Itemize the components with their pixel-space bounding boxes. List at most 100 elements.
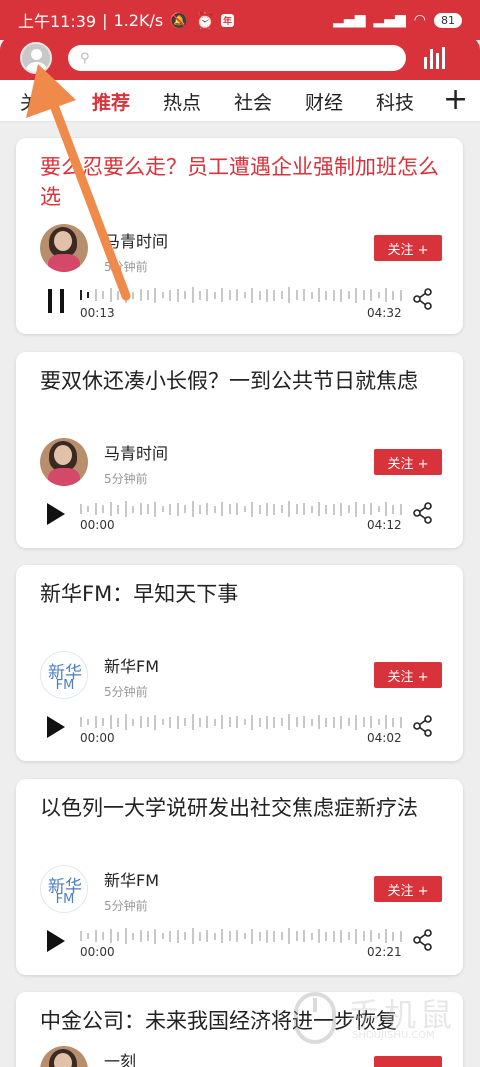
total-duration: 04:12	[367, 518, 402, 532]
card-title[interactable]: 要么忍要么走？员工遭遇企业强制加班怎么选	[40, 152, 450, 212]
author-name[interactable]: 新华FM	[104, 653, 159, 677]
waveform-bar	[236, 716, 239, 728]
waveform-bar	[213, 291, 216, 299]
share-icon[interactable]	[412, 288, 434, 310]
audio-waveform[interactable]	[80, 713, 402, 731]
waveform-bar	[154, 928, 157, 944]
author-name[interactable]: 一刻	[104, 1048, 136, 1067]
user-avatar[interactable]	[20, 42, 52, 74]
audio-card[interactable]: 要么忍要么走？员工遭遇企业强制加班怎么选 马青时间 5分钟前 关注 + 00:1…	[16, 138, 463, 334]
category-tabs: 关 推荐 热点 社会 财经 科技 +	[0, 80, 480, 122]
waveform-bar	[280, 291, 283, 299]
waveform-bar	[236, 289, 239, 301]
follow-button[interactable]: 关注 +	[374, 449, 442, 475]
current-time: 00:13	[80, 306, 115, 320]
play-button[interactable]	[44, 500, 68, 528]
waveform-bar	[399, 289, 402, 301]
waveform-bar	[288, 501, 291, 517]
author-avatar[interactable]	[40, 1046, 88, 1067]
watermark-mouse-icon	[294, 992, 336, 1044]
waveform-bar	[236, 503, 239, 515]
author-avatar[interactable]	[40, 224, 88, 272]
waveform-bar	[184, 932, 187, 940]
signal-icon-2: ▂▄▆	[373, 12, 406, 28]
waveform-bar	[161, 292, 164, 298]
audio-card[interactable]: 新华FM：早知天下事 新华 FM 新华FM 5分钟前 关注 + 00:00 04…	[16, 565, 463, 761]
waveform-bar	[370, 930, 373, 942]
waveform-bar	[228, 717, 231, 727]
waveform-bar	[94, 503, 97, 515]
card-title[interactable]: 新华FM：早知天下事	[40, 579, 450, 609]
author-name[interactable]: 新华FM	[104, 867, 159, 891]
play-button[interactable]	[44, 927, 68, 955]
follow-button[interactable]: 关注 +	[374, 662, 442, 688]
author-name[interactable]: 马青时间	[104, 440, 168, 464]
waveform-bar	[146, 931, 149, 941]
waveform-bar	[370, 503, 373, 515]
tab-tech[interactable]: 科技	[376, 88, 414, 115]
tab-follow[interactable]: 关	[20, 88, 39, 115]
waveform-bar	[191, 287, 194, 303]
waveform-bar	[146, 717, 149, 727]
author-avatar[interactable]	[40, 438, 88, 486]
waveform-bar	[251, 287, 254, 303]
xinhua-fm-logo[interactable]: 新华 FM	[40, 651, 88, 699]
share-icon[interactable]	[412, 715, 434, 737]
waveform-bar	[221, 288, 224, 302]
waveform-bar	[332, 289, 335, 301]
follow-button[interactable]: 关注 +	[374, 876, 442, 902]
waveform-bar	[265, 288, 268, 302]
tab-recommend[interactable]: 推荐	[92, 88, 130, 115]
waveform-bar	[87, 506, 90, 512]
waveform-bar	[199, 504, 201, 514]
audio-waveform[interactable]	[80, 500, 402, 518]
waveform-bar	[318, 715, 320, 729]
card-title[interactable]: 要双休还凑小长假？一到公共节日就焦虑	[40, 366, 450, 396]
waveform-bar	[251, 928, 254, 944]
waveform-bar	[392, 290, 395, 300]
waveform-bar	[109, 502, 112, 516]
waveform-bar	[340, 929, 343, 943]
waveform-bar	[102, 505, 105, 513]
waveform-bar	[258, 931, 261, 941]
waveform-bar	[295, 931, 298, 941]
tab-society[interactable]: 社会	[234, 88, 272, 115]
follow-button[interactable]	[374, 1056, 442, 1067]
rank-chart-icon[interactable]	[424, 47, 448, 69]
search-icon: ⚲	[80, 50, 90, 66]
waveform-bar	[87, 292, 90, 298]
tab-hot[interactable]: 热点	[163, 88, 201, 115]
audio-waveform[interactable]	[80, 927, 402, 945]
waveform-bar	[169, 503, 172, 515]
waveform-bar	[377, 719, 380, 725]
audio-card[interactable]: 要双休还凑小长假？一到公共节日就焦虑 马青时间 5分钟前 关注 + 00:00 …	[16, 352, 463, 548]
waveform-bar	[370, 716, 373, 728]
pause-button[interactable]	[44, 287, 68, 315]
play-button[interactable]	[44, 713, 68, 741]
audio-waveform[interactable]	[80, 286, 402, 304]
waveform-bar	[355, 287, 358, 303]
add-tab-button[interactable]: +	[443, 82, 468, 117]
card-title[interactable]: 以色列一大学说研发出社交焦虑症新疗法	[40, 793, 450, 823]
waveform-bar	[258, 717, 261, 727]
share-icon[interactable]	[412, 929, 434, 951]
author-name[interactable]: 马青时间	[104, 228, 168, 252]
audio-card[interactable]: 以色列一大学说研发出社交焦虑症新疗法 新华 FM 新华FM 5分钟前 关注 + …	[16, 779, 463, 975]
waveform-bar	[132, 932, 135, 940]
search-input[interactable]: ⚲	[68, 45, 406, 71]
tab-finance[interactable]: 财经	[305, 88, 343, 115]
waveform-bar	[213, 505, 216, 513]
follow-button[interactable]: 关注 +	[374, 235, 442, 261]
waveform-bar	[399, 930, 402, 942]
waveform-bar	[199, 290, 201, 300]
waveform-bar	[139, 930, 142, 942]
total-duration: 04:02	[367, 731, 402, 745]
waveform-bar	[176, 288, 179, 302]
waveform-bar	[295, 717, 298, 727]
waveform-bar	[318, 502, 320, 516]
waveform-bar	[310, 505, 313, 513]
xinhua-fm-logo[interactable]: 新华 FM	[40, 865, 88, 913]
share-icon[interactable]	[412, 502, 434, 524]
waveform-bar	[332, 930, 335, 942]
notification-badge: 年	[221, 13, 235, 27]
